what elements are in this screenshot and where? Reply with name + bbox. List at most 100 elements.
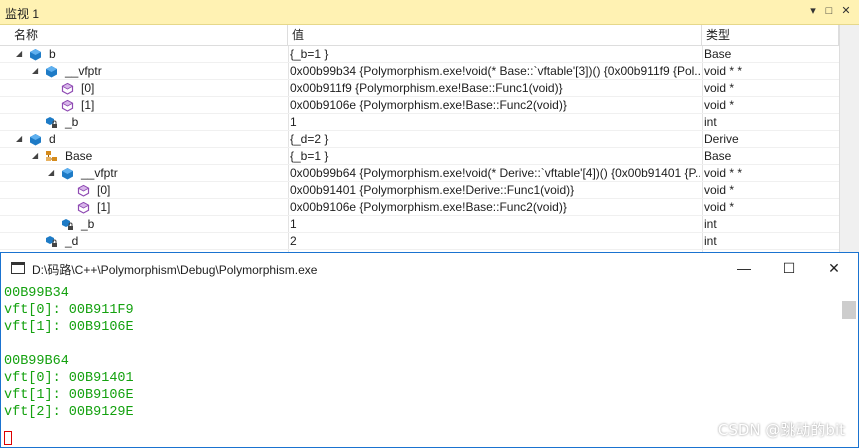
watch-row-value: 1 — [290, 115, 297, 129]
console-line: vft[0]: 00B911F9 — [4, 303, 134, 318]
watch-row-name-cell: [0] — [0, 80, 286, 96]
watch-row-value: 0x00b9106e {Polymorphism.exe!Base::Func2… — [290, 200, 567, 214]
watch-row-value: 0x00b9106e {Polymorphism.exe!Base::Func2… — [290, 98, 567, 112]
text-cursor — [4, 431, 12, 445]
console-line: 00B99B64 — [4, 354, 69, 369]
base-class-icon — [45, 150, 58, 163]
watch-row-name-cell: [1] — [0, 97, 286, 113]
close-icon[interactable]: ✕ — [839, 4, 853, 18]
private-field-icon — [45, 116, 58, 129]
watch-row-value: {_b=1 } — [290, 149, 329, 163]
collapse-arrow-icon[interactable]: ◢ — [16, 48, 25, 60]
column-header-type[interactable]: 类型 — [702, 25, 839, 45]
column-header-name[interactable]: 名称 — [0, 25, 288, 45]
watch-row-name: [1] — [97, 200, 111, 214]
console-app-icon — [11, 262, 25, 274]
collapse-arrow-icon[interactable]: ◢ — [48, 167, 57, 179]
console-line: vft[1]: 00B9106E — [4, 388, 134, 403]
watch-row-name: b — [49, 47, 56, 61]
watch-row-name-cell: ◢ b — [0, 46, 286, 62]
watch-title: 监视 1 — [5, 7, 40, 21]
watch-row-value: {_d=2 } — [290, 132, 329, 146]
watch-row[interactable]: ◢ d {_d=2 } Derive — [0, 131, 839, 148]
maximize-button[interactable]: ☐ — [766, 253, 812, 283]
watch-row-name: __vfptr — [65, 64, 102, 78]
watch-row-name: [1] — [81, 98, 95, 112]
console-title-bar[interactable]: D:\码路\C++\Polymorphism\Debug\Polymorphis… — [1, 253, 858, 283]
watch-row-type: int — [704, 234, 717, 248]
watch-rows: ◢ b {_b=1 } Base ◢ __vfptr 0x00b99b34 {Polymor… — [0, 46, 839, 252]
column-header-value[interactable]: 值 — [288, 25, 702, 45]
watch-row[interactable]: [0] 0x00b91401 {Polymorphism.exe!Derive::… — [0, 182, 839, 199]
watch-row-name-cell: ◢ d — [0, 131, 286, 147]
object-icon — [61, 167, 74, 180]
watch-row[interactable]: ◢ __vfptr 0x00b99b34 {Polymorphism.exe!voi… — [0, 63, 839, 80]
watch-row-name: Base — [65, 149, 93, 163]
restore-icon[interactable]: □ — [822, 4, 836, 18]
watch-row-name: _d — [65, 234, 79, 248]
watch-row-type: void * — [704, 183, 735, 197]
watch-row[interactable]: ◢ __vfptr 0x00b99b64 {Polymorphism.exe!voi… — [0, 165, 839, 182]
watch-row-name-cell: [0] — [0, 182, 286, 198]
watch-row-type: int — [704, 217, 717, 231]
watch-row-type: Base — [704, 149, 732, 163]
column-header: 名称 值 类型 — [0, 25, 839, 46]
minimize-button[interactable]: — — [721, 253, 767, 283]
watch-row-name-cell: ◢ __vfptr — [0, 63, 286, 79]
object-icon — [29, 48, 42, 61]
watch-row[interactable]: ◢ b {_b=1 } Base — [0, 46, 839, 63]
watch-row[interactable]: _b 1 int — [0, 114, 839, 131]
watermark: CSDN @跳动的bit — [717, 421, 845, 439]
console-line: vft[1]: 00B9106E — [4, 320, 134, 335]
pointer-icon — [61, 99, 74, 112]
watch-row-value: 2 — [290, 234, 297, 248]
watch-row-value: {_b=1 } — [290, 47, 329, 61]
pointer-icon — [77, 184, 90, 197]
watch-row-value: 0x00b99b34 {Polymorphism.exe!void(* Base… — [290, 64, 700, 78]
watch-row-name: d — [49, 132, 56, 146]
watch-row-value: 0x00b911f9 {Polymorphism.exe!Base::Func1… — [290, 81, 563, 95]
pointer-icon — [77, 201, 90, 214]
console-line: 00B99B34 — [4, 286, 69, 301]
watch-row-name-cell: ◢ Base — [0, 148, 286, 164]
watch-row-name-cell: _d — [0, 233, 286, 249]
watch-row-type: void * — [704, 81, 735, 95]
watch-row-name: [0] — [81, 81, 95, 95]
watch-row-name-cell: ◢ __vfptr — [0, 165, 286, 181]
watch-scrollbar[interactable] — [839, 25, 859, 252]
watch-panel: 监视 1 ▾ □ ✕ 名称 值 类型 ◢ b {_b=1 } Base ◢ __vfptr… — [0, 0, 859, 252]
watch-row-name: _b — [65, 115, 79, 129]
collapse-arrow-icon[interactable]: ◢ — [32, 150, 41, 162]
collapse-arrow-icon[interactable]: ◢ — [32, 65, 41, 77]
object-icon — [29, 133, 42, 146]
watch-row-type: Derive — [704, 132, 739, 146]
dropdown-icon[interactable]: ▾ — [806, 4, 820, 18]
close-button[interactable]: ✕ — [811, 253, 857, 283]
collapse-arrow-icon[interactable]: ◢ — [16, 133, 25, 145]
watch-row-type: Base — [704, 47, 732, 61]
watch-row-type: void * * — [704, 166, 743, 180]
watch-row[interactable]: _b 1 int — [0, 216, 839, 233]
watch-row[interactable]: [0] 0x00b911f9 {Polymorphism.exe!Base::Fu… — [0, 80, 839, 97]
watch-row[interactable]: [1] 0x00b9106e {Polymorphism.exe!Base::Fu… — [0, 199, 839, 216]
watch-row-name: __vfptr — [81, 166, 118, 180]
watch-row-value: 0x00b91401 {Polymorphism.exe!Derive::Fun… — [290, 183, 575, 197]
pointer-icon — [61, 82, 74, 95]
private-field-icon — [61, 218, 74, 231]
watch-row-type: int — [704, 115, 717, 129]
watch-row[interactable]: ◢ Base {_b=1 } Base — [0, 148, 839, 165]
watch-row-name-cell: [1] — [0, 199, 286, 215]
watch-row-name-cell: _b — [0, 216, 286, 232]
watch-row[interactable]: _d 2 int — [0, 233, 839, 250]
watch-row-type: void * — [704, 98, 735, 112]
console-output[interactable]: 00B99B34 vft[0]: 00B911F9 vft[1]: 00B9106E… — [1, 283, 841, 447]
console-title: D:\码路\C++\Polymorphism\Debug\Polymorphis… — [32, 263, 318, 277]
console-scroll-thumb[interactable] — [842, 301, 856, 319]
console-line: vft[2]: 00B9129E — [4, 405, 134, 420]
watch-row-type: void * * — [704, 64, 743, 78]
watch-row[interactable]: [1] 0x00b9106e {Polymorphism.exe!Base::Fu… — [0, 97, 839, 114]
object-icon — [45, 65, 58, 78]
private-field-icon — [45, 235, 58, 248]
watch-row-type: void * — [704, 200, 735, 214]
watch-title-bar: 监视 1 ▾ □ ✕ — [0, 0, 859, 25]
